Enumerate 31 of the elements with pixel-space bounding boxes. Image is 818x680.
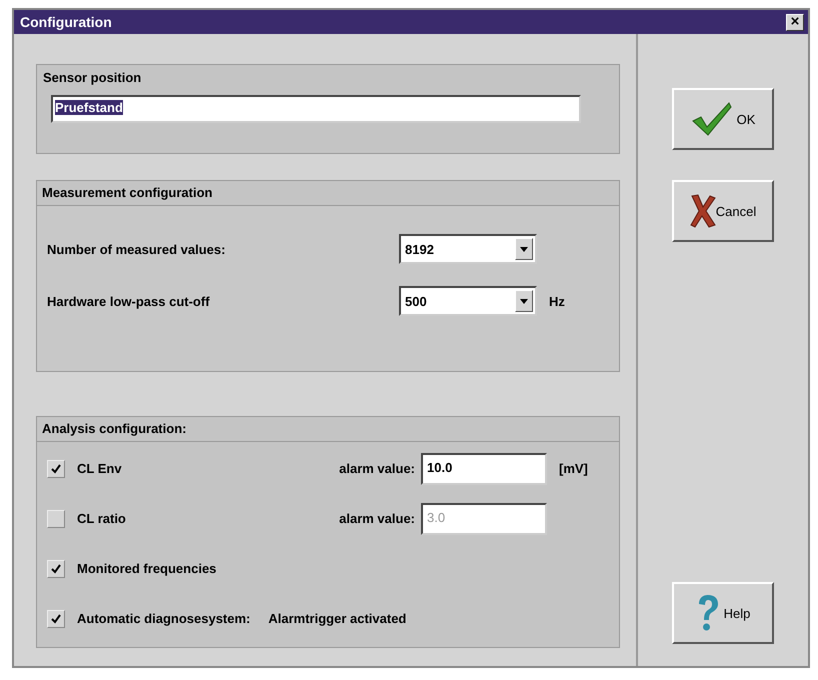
dropdown[interactable]: 500 [399,286,537,316]
sensor-position-field[interactable]: Pruefstand [51,95,581,123]
checkmark-icon [51,564,61,574]
group-title: Sensor position [43,70,142,85]
close-button[interactable]: × [786,14,804,30]
alarm-value-label: alarm value: [338,461,415,476]
checkbox-label: CL Env [77,461,123,476]
cancel-button[interactable]: Cancel [672,180,774,242]
check-icon [690,101,733,137]
checkmark-icon [51,614,61,624]
cross-icon [690,194,716,228]
checkmark-icon [51,464,61,474]
dropdown[interactable]: 8192 [399,234,537,264]
window-title: Configuration [20,14,112,30]
group-title: Analysis configuration: [42,421,186,436]
checkbox[interactable] [47,560,65,578]
alarm-value-label: alarm value: [338,511,415,526]
ok-button[interactable]: OK [672,88,774,150]
checkbox-label: CL ratio [77,511,127,526]
field-label: Hardware low-pass cut-off [47,294,211,308]
status-text: Alarmtrigger activated [268,611,406,626]
unit-label: Hz [549,294,565,308]
checkbox-label: Automatic diagnosesystem: [77,611,250,626]
help-button[interactable]: Help [672,582,774,644]
checkbox-label: Monitored frequencies [77,561,216,576]
group-title: Measurement configuration [42,185,212,200]
checkbox[interactable] [47,610,65,628]
field-label: Number of measured values: [47,242,226,256]
unit-label: [mV] [559,461,588,476]
checkbox[interactable] [47,460,65,478]
alarm-value-field[interactable]: 10.0 [421,452,547,484]
